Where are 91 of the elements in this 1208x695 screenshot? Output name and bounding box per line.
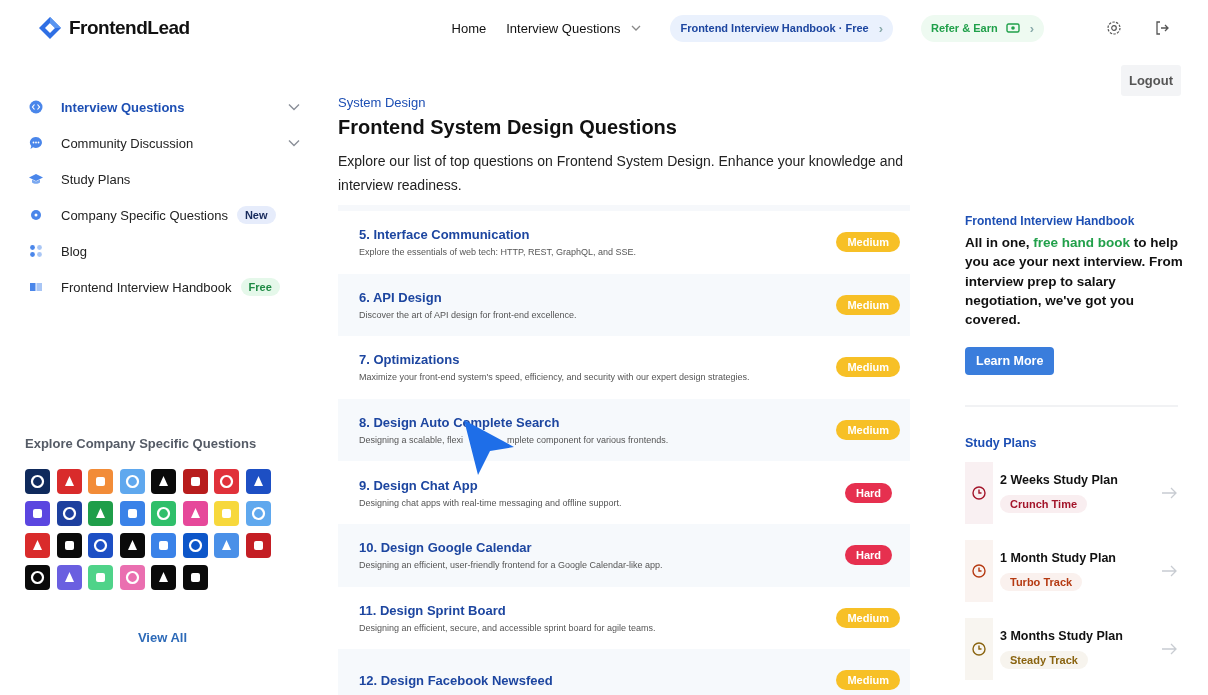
question-description: Designing an efficient, secure, and accessible sprint board for agile teams. xyxy=(359,622,656,633)
company-logo-icon[interactable] xyxy=(182,533,208,558)
sidebar-item[interactable]: Blog xyxy=(25,240,300,262)
chevron-right: › xyxy=(878,20,883,36)
clock-icon xyxy=(972,486,986,501)
sidebar-icon xyxy=(29,208,43,222)
learn-more-button[interactable]: Learn More xyxy=(965,347,1055,376)
difficulty-badge: Medium xyxy=(836,670,900,691)
view-all-link[interactable]: View All xyxy=(25,630,300,645)
difficulty-badge: Medium xyxy=(836,294,900,315)
logo-icon xyxy=(38,16,62,40)
brand-name[interactable]: FrontendLead xyxy=(69,17,190,39)
difficulty-badge: Medium xyxy=(836,232,900,253)
question-title[interactable]: 12. Design Facebook Newsfeed xyxy=(359,672,837,688)
study-plans-heading: Study Plans xyxy=(965,436,1038,451)
cash-icon xyxy=(1005,22,1020,34)
sidebar-item[interactable]: Community Discussion xyxy=(25,132,300,154)
study-plan-card[interactable]: 3 Months Study Plan Steady Track xyxy=(965,618,1177,681)
difficulty-badge: Medium xyxy=(836,420,900,441)
plan-tag: Turbo Track xyxy=(1000,573,1083,592)
question-description: Designing chat apps with real-time messaging and offline support. xyxy=(359,497,622,508)
company-logo-icon[interactable] xyxy=(182,565,208,590)
chevron-down-icon[interactable] xyxy=(288,139,300,147)
question-description: Designing a scalable, flexi xyxy=(359,435,464,446)
company-logo-icon[interactable] xyxy=(25,565,50,590)
question-row[interactable]: 9. Design Chat App Designing chat apps with real-time messaging and offline support. Hard xyxy=(338,461,910,524)
sidebar-icon xyxy=(29,244,43,258)
handbook-heading: Frontend Interview Handbook xyxy=(965,214,1136,228)
chevron-right: › xyxy=(1029,20,1034,36)
difficulty-badge: Medium xyxy=(836,607,900,628)
page-title: Frontend System Design Questions xyxy=(338,116,678,139)
company-logo-icon[interactable] xyxy=(245,469,271,494)
plan-title: 2 Weeks Study Plan xyxy=(1000,473,1118,488)
nav-link[interactable]: Home xyxy=(451,20,487,36)
company-logo-icon[interactable] xyxy=(56,533,82,558)
question-description: Designing an efficient, user-friendly frontend for a Google Calendar-like app. xyxy=(359,560,663,571)
company-logo-icon[interactable] xyxy=(151,565,176,590)
sidebar-item[interactable]: Interview Questions xyxy=(25,96,300,118)
logout-button[interactable]: Logout xyxy=(1120,65,1181,96)
question-row[interactable]: 6. API Design Discover the art of API design for front-end excellence. Medium xyxy=(338,273,910,337)
clock-icon xyxy=(972,564,986,579)
chevron-down-icon[interactable] xyxy=(288,103,300,111)
question-description: Explore the essentials of web tech: HTTP, REST, GraphQL, and SSE. xyxy=(359,247,636,258)
question-description: mplete component for various frontends. xyxy=(507,435,669,446)
plan-title: 1 Month Study Plan xyxy=(1000,551,1116,566)
study-plan-card[interactable]: 2 Weeks Study Plan Crunch Time xyxy=(965,462,1177,525)
company-logo-icon[interactable] xyxy=(88,533,113,558)
handbook-link[interactable]: Frontend Interview Handbook · Free xyxy=(680,22,869,34)
question-title[interactable]: 11. Design Sprint Board xyxy=(359,602,837,618)
question-title[interactable]: 5. Interface Communication xyxy=(359,227,837,243)
question-title[interactable]: 10. Design Google Calendar xyxy=(359,540,845,556)
page-description: Explore our list of top questions on Frontend System Design. Enhance your knowledge and interview readiness. xyxy=(338,152,904,195)
question-row[interactable]: 5. Interface Communication Explore the essentials of web tech: HTTP, REST, GraphQL, and SSE. Medium xyxy=(338,211,910,274)
sidebar-item[interactable]: Company Specific Questions New xyxy=(25,204,300,226)
plan-tag: Steady Track xyxy=(1000,651,1088,670)
company-logo-icon[interactable] xyxy=(182,469,208,494)
company-logo-icon[interactable] xyxy=(25,501,50,526)
question-row[interactable]: 11. Design Sprint Board Designing an efficient, secure, and accessible sprint board for agile teams. Medium xyxy=(338,586,910,650)
company-logo-icon[interactable] xyxy=(56,501,82,526)
question-title[interactable]: 7. Optimizations xyxy=(359,352,837,368)
sidebar-icon xyxy=(29,100,43,114)
sidebar-item[interactable]: Study Plans xyxy=(25,168,300,190)
difficulty-badge: Hard xyxy=(844,482,892,503)
section-heading: Explore Company Specific Questions xyxy=(25,436,258,451)
settings-icon[interactable] xyxy=(1106,20,1122,36)
clock-icon xyxy=(972,642,986,657)
sidebar-item[interactable]: Frontend Interview Handbook Free xyxy=(25,276,300,298)
question-row[interactable]: 12. Design Facebook Newsfeed Medium xyxy=(338,649,910,695)
plan-tag: Crunch Time xyxy=(1000,495,1088,514)
question-title[interactable]: 9. Design Chat App xyxy=(359,477,845,493)
logout-icon[interactable] xyxy=(1154,20,1170,36)
difficulty-badge: Medium xyxy=(836,357,900,378)
question-row[interactable]: 10. Design Google Calendar Designing an efficient, user-friendly frontend for a Google Calendar-like app. Hard xyxy=(338,523,910,587)
plan-title: 3 Months Study Plan xyxy=(1000,629,1123,644)
handbook-text: All in one, free hand book to help you ace your next interview. From interview prep to salary negotiation, we've got you covered. xyxy=(965,234,1184,330)
company-logo-icon[interactable] xyxy=(119,533,145,558)
company-logo-icon[interactable] xyxy=(25,469,50,494)
study-plan-card[interactable]: 1 Month Study Plan Turbo Track xyxy=(965,540,1177,603)
nav-link[interactable]: Interview Questions xyxy=(506,20,621,36)
sidebar-badge: Free xyxy=(240,278,280,296)
question-description: Discover the art of API design for front-end excellence. xyxy=(359,309,577,320)
question-title[interactable]: 6. API Design xyxy=(359,289,837,305)
sidebar-icon xyxy=(29,172,43,186)
sidebar-icon xyxy=(29,280,43,294)
company-logo-icon[interactable] xyxy=(151,469,176,494)
question-row[interactable]: 7. Optimizations Maximize your front-end system's speed, efficiency, and security with our expert design strategies. Medium xyxy=(338,336,910,399)
question-description: Maximize your front-end system's speed, efficiency, and security with our expert design strategies. xyxy=(359,372,750,383)
difficulty-badge: Hard xyxy=(844,545,892,566)
breadcrumb[interactable]: System Design xyxy=(338,95,910,110)
sidebar-icon xyxy=(29,136,43,150)
sidebar-badge: New xyxy=(236,206,276,224)
